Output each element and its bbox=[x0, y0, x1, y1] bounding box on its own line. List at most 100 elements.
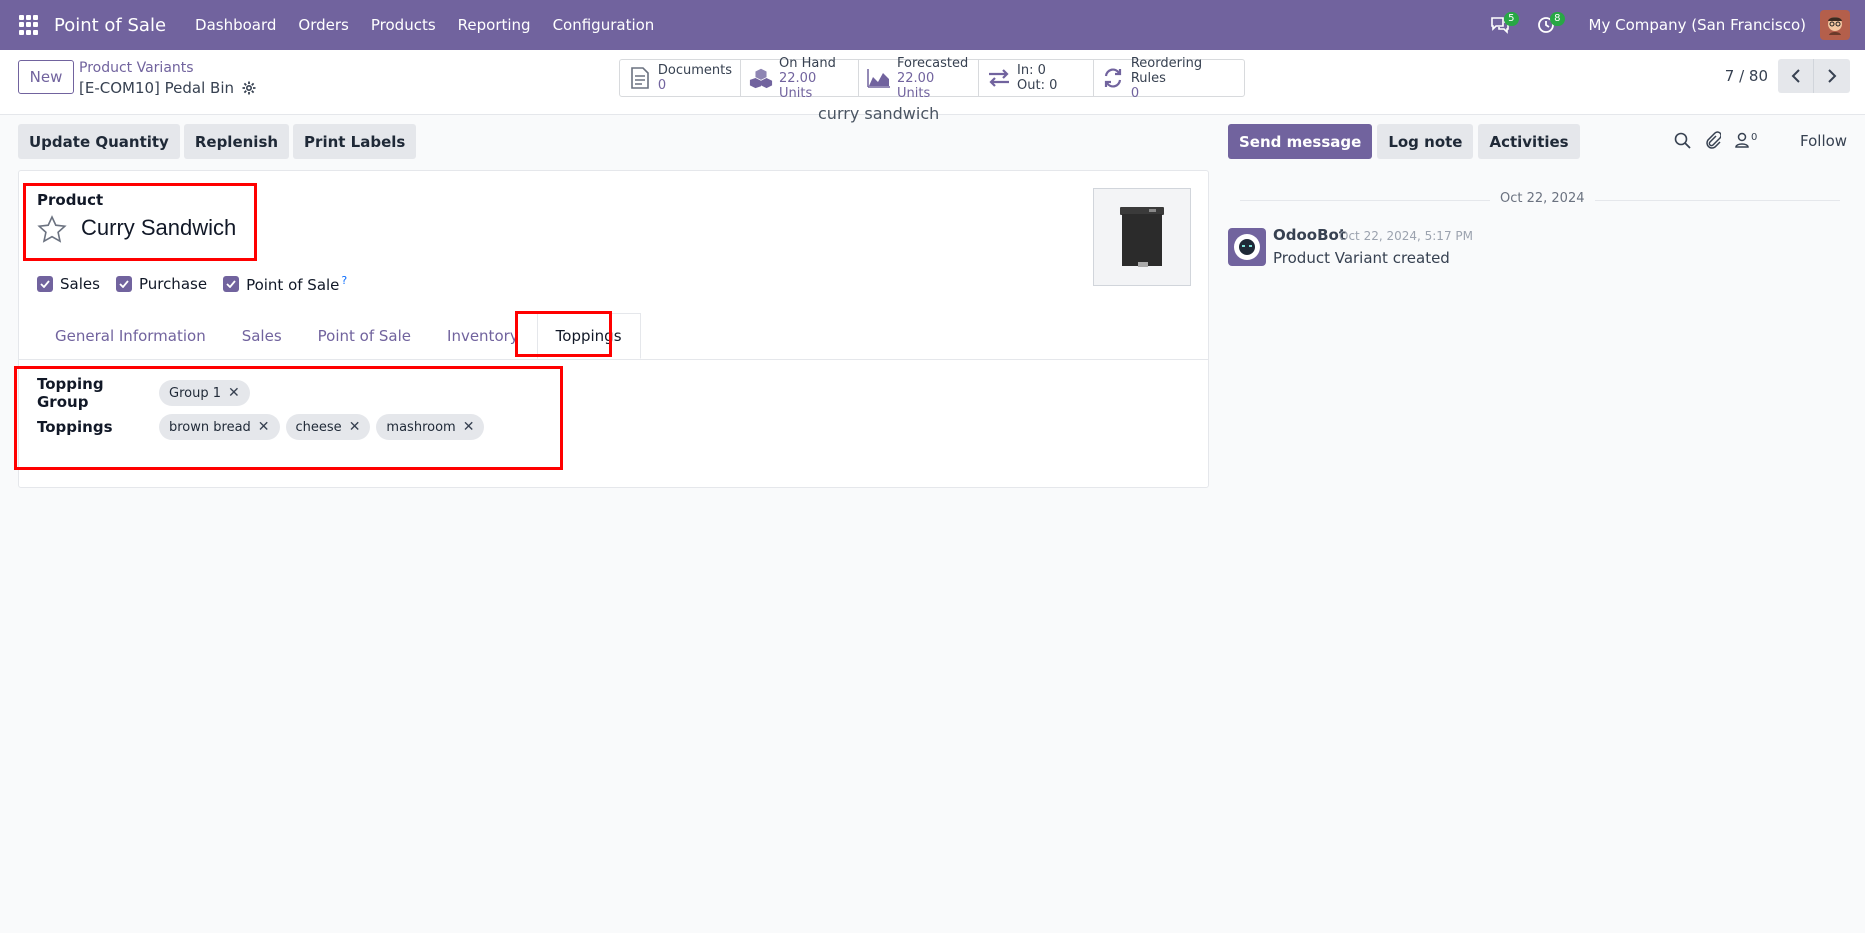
toppings-field[interactable]: brown bread ✕ cheese ✕ mashroom ✕ bbox=[159, 414, 485, 440]
odoobot-avatar[interactable] bbox=[1228, 228, 1266, 266]
menu-reporting[interactable]: Reporting bbox=[458, 16, 531, 34]
remove-tag-icon[interactable]: ✕ bbox=[349, 419, 361, 435]
smart-buttons: Documents 0 On Hand 22.00 Units Forecasted… bbox=[619, 56, 1245, 101]
cubes-icon bbox=[749, 66, 773, 90]
checkbox-checked-icon bbox=[223, 276, 240, 292]
menu-products[interactable]: Products bbox=[371, 16, 436, 34]
remove-tag-icon[interactable]: ✕ bbox=[463, 419, 475, 435]
forecasted-label: Forecasted bbox=[897, 55, 969, 71]
topping-group-label: Topping Group bbox=[37, 375, 104, 411]
tag-group-1: Group 1 ✕ bbox=[159, 380, 250, 406]
company-switcher[interactable]: My Company (San Francisco) bbox=[1589, 16, 1806, 34]
notebook-tabs: General Information Sales Point of Sale … bbox=[19, 313, 1208, 360]
record-title: [E-COM10] Pedal Bin bbox=[79, 79, 256, 97]
reordering-rules-smart-button[interactable]: Reordering Rules 0 bbox=[1094, 56, 1244, 101]
documents-smart-button[interactable]: Documents 0 bbox=[620, 60, 741, 96]
in-count: In: 0 bbox=[1017, 63, 1046, 78]
log-note-button[interactable]: Log note bbox=[1377, 124, 1474, 159]
followers-button[interactable]: 0 bbox=[1735, 132, 1757, 148]
toppings-label: Toppings bbox=[37, 418, 113, 436]
tag-label: mashroom bbox=[386, 419, 456, 435]
paperclip-icon[interactable] bbox=[1705, 131, 1721, 149]
refresh-icon bbox=[1102, 66, 1125, 90]
print-labels-button[interactable]: Print Labels bbox=[293, 124, 417, 159]
date-separator: Oct 22, 2024 bbox=[1490, 191, 1595, 206]
document-icon bbox=[628, 66, 652, 90]
replenish-button[interactable]: Replenish bbox=[183, 124, 290, 159]
tab-general-information[interactable]: General Information bbox=[37, 313, 224, 359]
in-out-smart-button[interactable]: In: 0 Out: 0 bbox=[979, 60, 1094, 96]
checkbox-checked-icon bbox=[115, 276, 132, 292]
remove-tag-icon[interactable]: ✕ bbox=[228, 385, 240, 401]
robot-icon bbox=[1234, 234, 1260, 260]
documents-label: Documents bbox=[657, 63, 732, 78]
action-bar: Update Quantity Replenish Print Labels bbox=[18, 124, 417, 159]
tag-brown-bread: brown bread ✕ bbox=[159, 414, 280, 440]
search-icon[interactable] bbox=[1674, 132, 1691, 149]
new-button[interactable]: New bbox=[18, 60, 74, 94]
follow-button[interactable]: Follow bbox=[1800, 132, 1847, 150]
pager-value[interactable]: 7 / 80 bbox=[1725, 67, 1768, 85]
tab-point-of-sale[interactable]: Point of Sale bbox=[300, 313, 429, 359]
followers-count: 0 bbox=[1751, 132, 1758, 143]
area-chart-icon bbox=[867, 66, 891, 90]
product-caption: curry sandwich bbox=[818, 104, 940, 123]
documents-value: 0 bbox=[657, 78, 667, 93]
chevron-left-icon bbox=[1791, 69, 1800, 83]
forecasted-value: 22.00 Units bbox=[897, 70, 935, 101]
on-hand-label: On Hand bbox=[779, 55, 836, 71]
menu-dashboard[interactable]: Dashboard bbox=[195, 16, 276, 34]
menu-configuration[interactable]: Configuration bbox=[553, 16, 655, 34]
pager-previous-button[interactable] bbox=[1778, 59, 1814, 93]
tab-sales[interactable]: Sales bbox=[224, 313, 300, 359]
message-author[interactable]: OdooBot bbox=[1273, 226, 1346, 244]
chatter-actions: Send message Log note Activities bbox=[1228, 124, 1580, 159]
record-name-text: [E-COM10] Pedal Bin bbox=[79, 79, 235, 97]
help-tooltip-icon[interactable]: ? bbox=[341, 274, 347, 287]
topping-group-row: Topping Group Group 1 ✕ bbox=[37, 375, 250, 411]
chevron-right-icon bbox=[1828, 69, 1837, 83]
user-face-icon bbox=[1828, 17, 1842, 35]
pos-label-text: Point of Sale bbox=[246, 276, 340, 294]
message-date: Oct 22, 2024, 5:17 PM bbox=[1339, 229, 1473, 243]
pager-next-button[interactable] bbox=[1814, 59, 1850, 93]
apps-menu-icon[interactable] bbox=[19, 15, 39, 35]
purchase-checkbox-label: Purchase bbox=[138, 275, 208, 293]
top-navbar: Point of Sale Dashboard Orders Products … bbox=[0, 0, 1865, 50]
checkbox-checked-icon bbox=[37, 276, 53, 292]
sales-checkbox-label: Sales bbox=[60, 275, 100, 293]
messaging-button[interactable]: 5 bbox=[1485, 10, 1519, 40]
on-hand-value: 22.00 Units bbox=[779, 70, 817, 101]
reordering-value: 0 bbox=[1130, 85, 1140, 101]
gear-icon[interactable] bbox=[242, 81, 256, 95]
messages-count-badge: 5 bbox=[1504, 12, 1519, 26]
update-quantity-button[interactable]: Update Quantity bbox=[18, 124, 180, 159]
user-avatar[interactable] bbox=[1820, 10, 1850, 40]
purchase-checkbox[interactable]: Purchase bbox=[115, 275, 208, 293]
tag-label: Group 1 bbox=[169, 385, 221, 401]
star-icon[interactable] bbox=[37, 215, 67, 245]
app-name[interactable]: Point of Sale bbox=[54, 15, 166, 36]
pos-checkbox[interactable]: Point of Sale? bbox=[223, 274, 347, 294]
remove-tag-icon[interactable]: ✕ bbox=[258, 419, 270, 435]
toppings-tab-highlight-box bbox=[515, 311, 612, 357]
topping-group-field[interactable]: Group 1 ✕ bbox=[159, 380, 250, 406]
tag-mashroom: mashroom ✕ bbox=[376, 414, 485, 440]
product-image[interactable] bbox=[1093, 188, 1191, 286]
out-count: Out: 0 bbox=[1017, 78, 1058, 93]
forecasted-smart-button[interactable]: Forecasted 22.00 Units bbox=[859, 56, 979, 101]
on-hand-smart-button[interactable]: On Hand 22.00 Units bbox=[741, 56, 859, 101]
breadcrumb-product-variants[interactable]: Product Variants bbox=[79, 60, 194, 76]
send-message-button[interactable]: Send message bbox=[1228, 124, 1373, 159]
activities-button[interactable]: 8 bbox=[1531, 10, 1565, 40]
menu-orders[interactable]: Orders bbox=[298, 16, 348, 34]
product-name-field[interactable]: Curry Sandwich bbox=[81, 215, 236, 241]
exchange-icon bbox=[987, 66, 1011, 90]
activities-button[interactable]: Activities bbox=[1478, 124, 1580, 159]
chatter-tools: 0 bbox=[1674, 131, 1757, 149]
sales-checkbox[interactable]: Sales bbox=[37, 275, 100, 293]
pos-checkbox-label: Point of Sale? bbox=[246, 274, 347, 294]
user-icon bbox=[1735, 132, 1749, 148]
tag-label: cheese bbox=[295, 419, 342, 435]
activities-count-badge: 8 bbox=[1550, 12, 1565, 26]
